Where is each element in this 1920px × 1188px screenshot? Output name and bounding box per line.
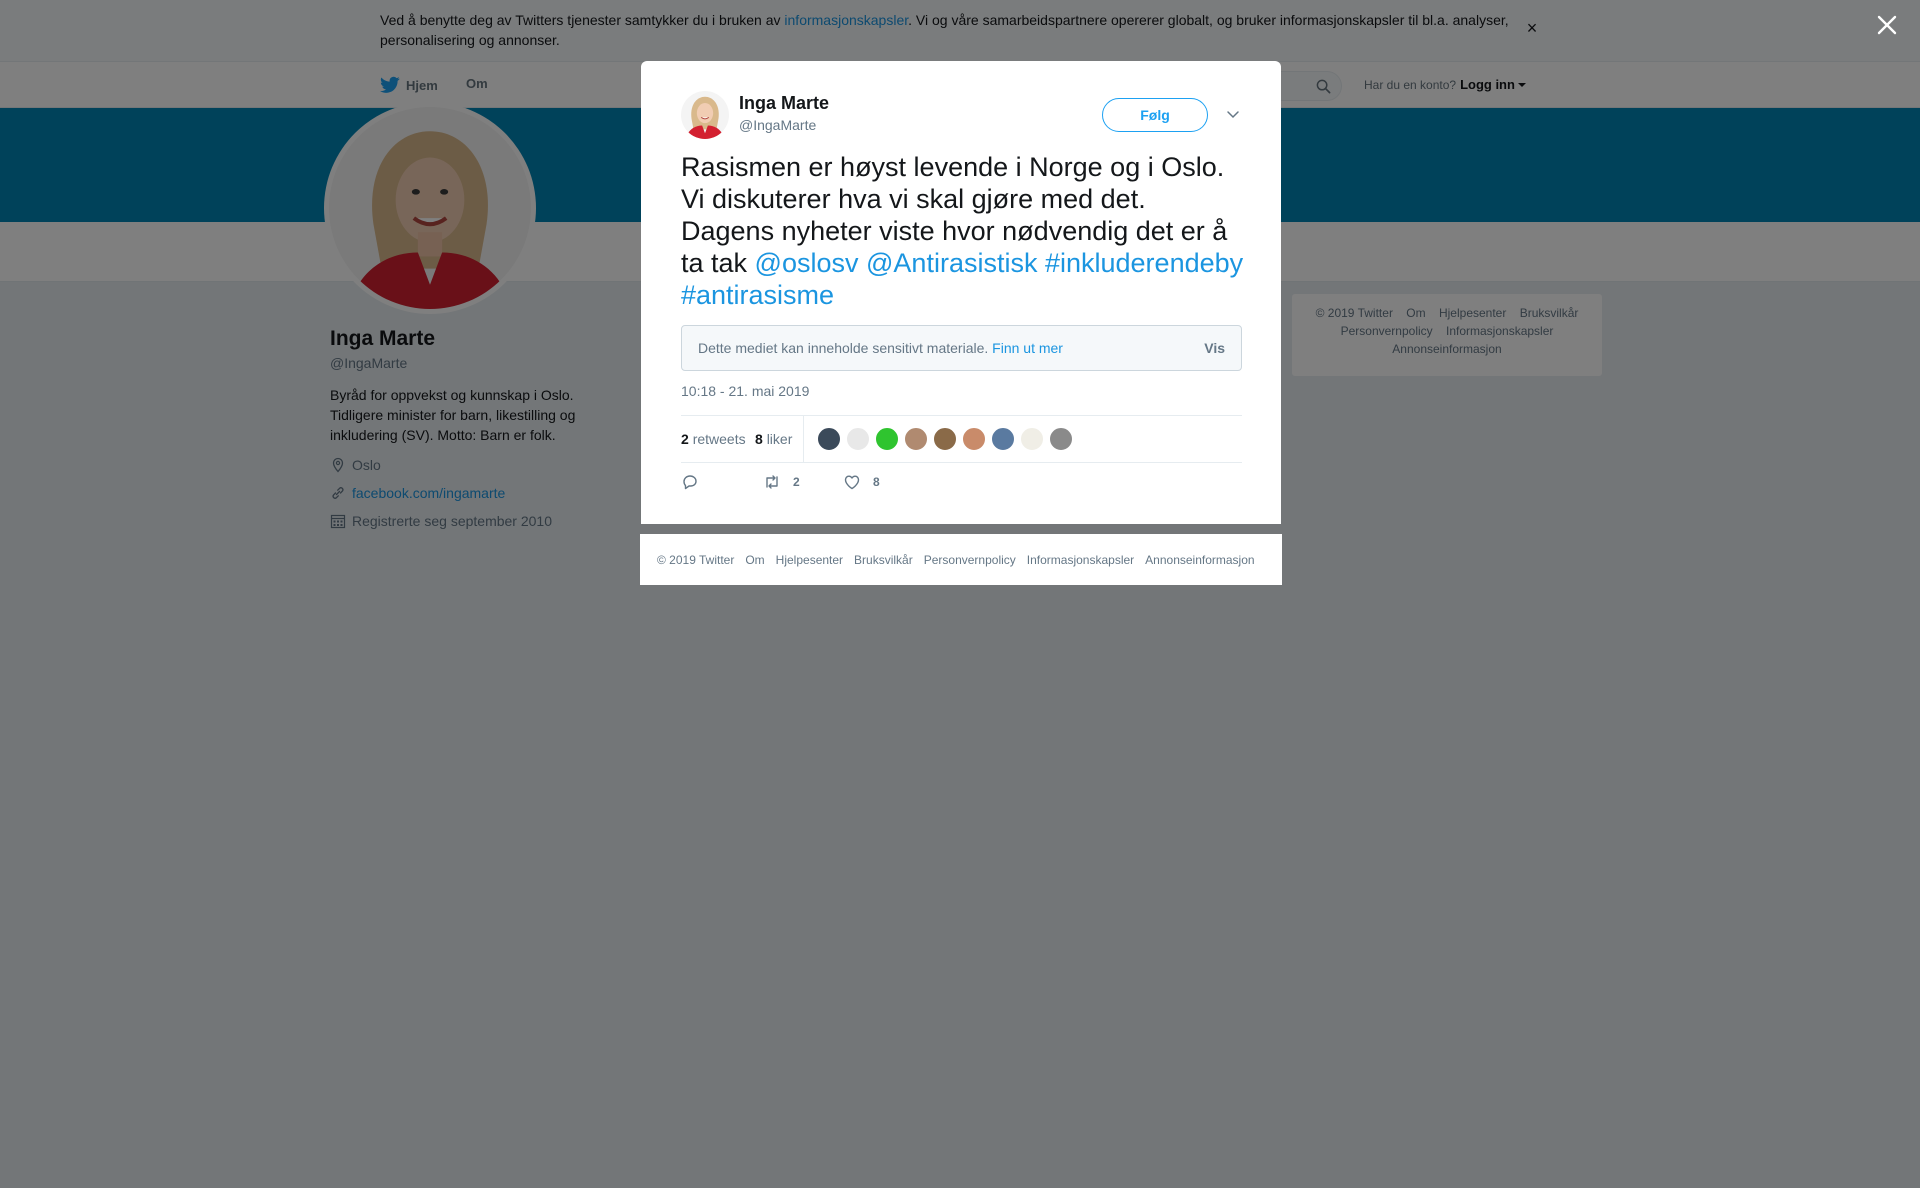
liker-avatar[interactable] [991,427,1015,451]
retweet-stat[interactable]: 2 retweets [681,431,746,447]
author-photo [681,91,729,139]
hashtag-link[interactable]: #inkluderendeby [1045,248,1243,278]
footer-link[interactable]: Bruksvilkår [854,553,913,567]
sensitive-message: Dette mediet kan inneholde sensitivt mat… [698,340,993,356]
liker-avatar[interactable] [875,427,899,451]
tweet-text: Rasismen er høyst levende i Norge og i O… [681,151,1246,311]
show-media-button[interactable]: Vis [1204,340,1225,356]
retweet-label: retweets [692,431,746,447]
retweet-count: 2 [681,431,689,447]
footer-link[interactable]: © 2019 Twitter [657,553,734,567]
retweet-icon [766,475,778,489]
likers-avatars [817,427,1078,451]
like-stat[interactable]: 8 liker [755,431,792,447]
close-icon[interactable] [1876,14,1898,36]
liker-avatar[interactable] [1049,427,1073,451]
like-label: liker [766,431,793,447]
liker-avatar[interactable] [1020,427,1044,451]
hashtag-link[interactable]: #antirasisme [681,280,834,310]
liker-avatar[interactable] [817,427,841,451]
follow-button[interactable]: Følg [1102,98,1208,132]
like-action-count: 8 [873,475,880,489]
like-button[interactable]: 8 [843,473,880,491]
mention-link[interactable]: @Antirasistisk [866,248,1037,278]
sensitive-text: Dette mediet kan inneholde sensitivt mat… [698,340,1063,356]
stats-divider [803,416,804,462]
reply-icon [683,475,697,490]
liker-avatar[interactable] [904,427,928,451]
liker-avatar[interactable] [933,427,957,451]
tweet-stats: 2 retweets 8 liker [681,415,1242,463]
footer-link[interactable]: Annonseinformasjon [1145,553,1254,567]
learn-more-link[interactable]: Finn ut mer [992,340,1063,356]
chevron-down-icon[interactable] [1226,107,1240,121]
sensitive-media-notice: Dette mediet kan inneholde sensitivt mat… [681,325,1242,371]
like-count: 8 [755,431,763,447]
footer-link[interactable]: Hjelpesenter [776,553,843,567]
heart-icon [844,475,860,490]
tweet-author-avatar[interactable] [681,91,729,139]
tweet-author-name[interactable]: Inga Marte [739,93,829,114]
modal-footer: © 2019 Twitter Om Hjelpesenter Bruksvilk… [640,534,1282,585]
tweet-modal: Inga Marte @IngaMarte Følg Rasismen er h… [641,61,1281,524]
tweet-actions: 2 8 [681,473,1242,497]
liker-avatar[interactable] [962,427,986,451]
footer-link[interactable]: Informasjonskapsler [1027,553,1134,567]
tweet-timestamp[interactable]: 10:18 - 21. mai 2019 [681,383,809,399]
reply-button[interactable] [681,473,711,491]
mention-link[interactable]: @oslosv [755,248,859,278]
retweet-button[interactable]: 2 [763,473,800,491]
footer-link[interactable]: Personvernpolicy [924,553,1016,567]
liker-avatar[interactable] [846,427,870,451]
retweet-action-count: 2 [793,475,800,489]
tweet-author-handle[interactable]: @IngaMarte [739,117,816,133]
footer-link[interactable]: Om [745,553,764,567]
